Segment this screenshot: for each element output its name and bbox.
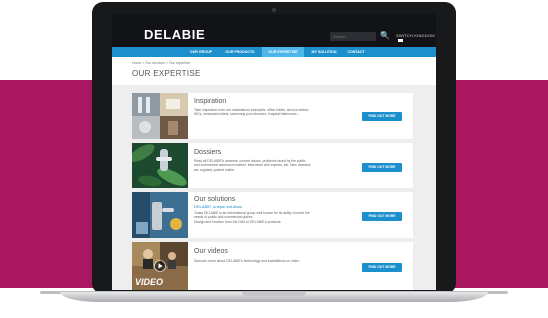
expertise-card-videos: VIDEO Our videos Discover more about DEL… bbox=[132, 242, 413, 290]
card-description: Discover more about DELABIE's technology… bbox=[194, 259, 301, 263]
content-area: Inspiration Take inspiration from our in… bbox=[112, 85, 436, 290]
nav-item-our-group[interactable]: OUR GROUP bbox=[184, 47, 218, 57]
laptop-notch bbox=[242, 292, 306, 296]
page-title: OUR EXPERTISE bbox=[132, 69, 201, 78]
nav-item-our-expertise[interactable]: OUR EXPERTISE bbox=[262, 47, 304, 57]
card-subtitle: DELABIE, unique solutions bbox=[194, 204, 243, 209]
card-title: Inspiration bbox=[194, 98, 227, 105]
expertise-card-solutions: Our solutions DELABIE, unique solutions … bbox=[132, 192, 413, 238]
solutions-image bbox=[132, 192, 188, 238]
play-icon[interactable] bbox=[154, 260, 166, 272]
videos-image[interactable]: VIDEO bbox=[132, 242, 188, 290]
inspiration-image bbox=[132, 93, 188, 139]
camera-icon bbox=[272, 8, 276, 12]
dossiers-image bbox=[132, 143, 188, 188]
search-input[interactable] bbox=[330, 32, 376, 41]
site-logo[interactable]: DELABIE bbox=[144, 27, 205, 42]
find-out-more-button[interactable]: FIND OUT MORE bbox=[362, 212, 402, 221]
expertise-card-inspiration: Inspiration Take inspiration from our in… bbox=[132, 93, 413, 139]
nav-item-our-products[interactable]: OUR PRODUCTS bbox=[220, 47, 260, 57]
breadcrumb[interactable]: Home > Our services > Our expertise bbox=[132, 61, 190, 65]
nav-item-contact[interactable]: CONTACT bbox=[344, 47, 368, 57]
site-header: DELABIE 🔍 SWITCH KINGDOM bbox=[112, 14, 436, 47]
video-label: VIDEO bbox=[135, 277, 164, 287]
expertise-card-dossiers: Dossiers Read all DELABIE's dossiers: cu… bbox=[132, 143, 413, 188]
find-out-more-button[interactable]: FIND OUT MORE bbox=[362, 112, 402, 121]
nav-item-my-solution[interactable]: MY SOLUTION bbox=[306, 47, 342, 57]
card-title: Dossiers bbox=[194, 149, 222, 156]
main-navigation: OUR GROUP OUR PRODUCTS OUR EXPERTISE MY … bbox=[112, 47, 436, 57]
card-title: Our solutions bbox=[194, 196, 236, 203]
laptop-screen: DELABIE 🔍 SWITCH KINGDOM OUR GROUP OUR P… bbox=[112, 14, 436, 290]
find-out-more-button[interactable]: FIND OUT MORE bbox=[362, 163, 402, 172]
language-label: SWITCH KINGDOM bbox=[396, 33, 435, 38]
card-description: Take inspiration from our installations … bbox=[194, 108, 309, 117]
language-selector[interactable]: SWITCH KINGDOM bbox=[396, 33, 436, 43]
card-description: Today DELABIE is an international group … bbox=[194, 211, 310, 224]
card-description: Read all DELABIE's dossiers: current iss… bbox=[194, 159, 311, 172]
flag-icon bbox=[398, 39, 403, 43]
card-title: Our videos bbox=[194, 248, 228, 255]
find-out-more-button[interactable]: FIND OUT MORE bbox=[362, 263, 402, 272]
search-icon[interactable]: 🔍 bbox=[380, 31, 390, 41]
